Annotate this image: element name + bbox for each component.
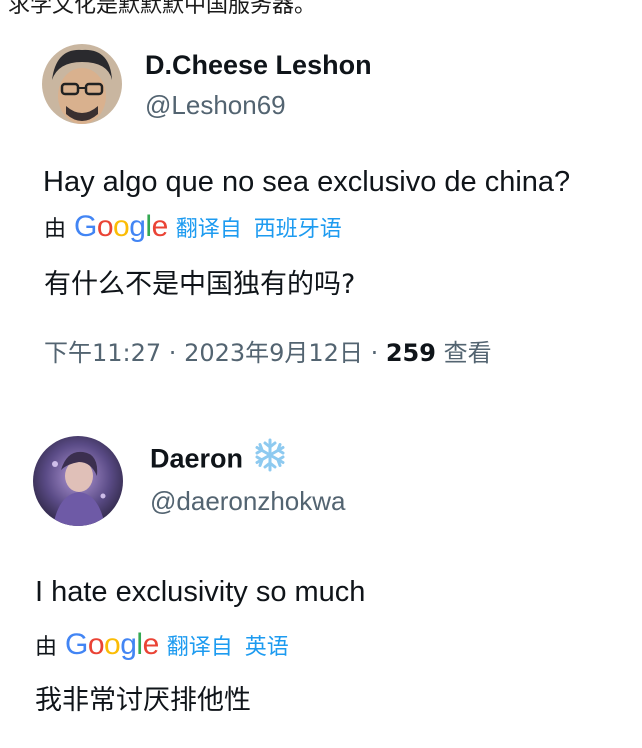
tweet-time[interactable]: 下午11:27 (44, 339, 161, 367)
translated-from-label[interactable]: 翻译自 (167, 629, 233, 661)
source-language[interactable]: 英语 (245, 629, 289, 661)
translated-text: 我非常讨厌排他性 (35, 685, 251, 716)
author-handle[interactable]: @daeronzhokwa (150, 486, 346, 517)
meta-separator: · (362, 339, 386, 367)
tweet-meta: 下午11:27 · 2023年9月12日 · 259 查看 (44, 333, 492, 368)
tweet-text: I hate exclusivity so much (35, 576, 366, 608)
avatar[interactable] (42, 44, 122, 124)
snowflake-icon (253, 438, 287, 479)
author-name-text[interactable]: Daeron (150, 444, 243, 474)
cropped-top-text: 求学文化是默默默中国服务器。 (8, 0, 317, 18)
translated-text: 有什么不是中国独有的吗? (44, 269, 356, 300)
views-label: 查看 (443, 339, 492, 367)
translated-from-label[interactable]: 翻译自 (176, 211, 242, 243)
tweet-text: Hay algo que no sea exclusivo de china? (43, 166, 571, 198)
google-logo: Google (74, 210, 168, 243)
meta-separator: · (161, 339, 185, 367)
author-handle[interactable]: @Leshon69 (145, 90, 286, 121)
source-language[interactable]: 西班牙语 (254, 211, 342, 243)
translation-attribution: 由 Google 翻译自 英语 (35, 628, 289, 662)
by-label: 由 (44, 217, 67, 242)
author-name[interactable]: D.Cheese Leshon (145, 50, 372, 81)
by-label: 由 (35, 635, 58, 660)
view-count: 259 (385, 339, 436, 367)
avatar[interactable] (33, 436, 123, 526)
tweet-date[interactable]: 2023年9月12日 (184, 339, 363, 367)
translation-attribution: 由 Google 翻译自 西班牙语 (44, 210, 342, 244)
author-name[interactable]: Daeron (150, 438, 287, 479)
google-logo: Google (65, 628, 159, 661)
